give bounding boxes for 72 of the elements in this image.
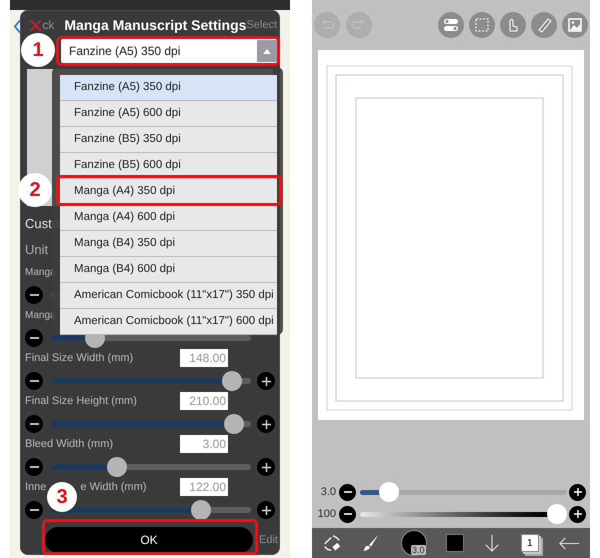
field-label: Bleed Width (mm) (25, 436, 114, 452)
field-label: Inne (25, 480, 46, 495)
plus-icon (262, 506, 270, 514)
image-icon[interactable] (562, 12, 588, 38)
slider-thumb[interactable] (547, 504, 567, 524)
color-swatch[interactable] (446, 534, 464, 552)
plus-button[interactable] (569, 484, 586, 500)
minus-button[interactable] (25, 372, 43, 390)
minus-button[interactable] (25, 415, 43, 433)
minus-button[interactable] (25, 286, 43, 304)
field-label: Manga (25, 266, 56, 280)
minus-icon (30, 423, 38, 425)
slider[interactable] (360, 504, 567, 524)
unit-label: Unit (25, 242, 48, 258)
dialog-title: Manga Manuscript Settings (64, 17, 246, 33)
ok-button[interactable]: OK (45, 527, 253, 553)
ruler-icon[interactable] (531, 12, 557, 38)
field-label: e Width (mm) (80, 480, 146, 495)
plus-button[interactable] (257, 501, 275, 519)
selection-icon[interactable] (469, 12, 495, 38)
slider-thumb[interactable] (224, 414, 244, 434)
plus-icon (262, 376, 270, 386)
dropdown-option[interactable]: Manga (B4) 350 dpi (60, 231, 277, 257)
preset-select[interactable]: Fanzine (A5) 350 dpi (61, 39, 278, 63)
slider[interactable] (51, 371, 251, 391)
slider-thumb[interactable] (222, 371, 242, 391)
back-arrow-icon[interactable] (558, 536, 580, 550)
transform-icon[interactable] (322, 533, 342, 553)
plus-icon (574, 510, 582, 518)
dropdown-option[interactable]: Fanzine (A5) 600 dpi (60, 101, 277, 127)
dropdown-option[interactable]: Fanzine (A5) 350 dpi (60, 75, 277, 101)
slider-thumb[interactable] (378, 482, 399, 502)
minus-button[interactable] (25, 329, 43, 347)
minus-icon (30, 380, 38, 382)
slider[interactable] (51, 414, 251, 434)
slider[interactable] (51, 457, 251, 477)
minus-button[interactable] (25, 458, 43, 476)
minus-button[interactable] (339, 506, 356, 522)
slider-thumb[interactable] (191, 500, 212, 520)
minus-button[interactable] (339, 484, 356, 500)
plus-icon (574, 488, 582, 496)
slider-value: 3.0 (320, 484, 336, 500)
plus-button[interactable] (569, 506, 586, 522)
field-label: Manga (25, 308, 56, 322)
minus-icon (344, 513, 352, 515)
down-arrow-icon[interactable] (483, 533, 502, 553)
minus-icon (30, 337, 38, 339)
section-heading: Custo (25, 216, 59, 232)
field-label: Final Size Height (mm) (25, 394, 137, 409)
minus-button[interactable] (25, 501, 43, 519)
plus-icon (262, 462, 270, 472)
field-label: Final Size Width (mm) (25, 350, 134, 366)
minus-icon (30, 509, 38, 511)
slider-thumb[interactable] (106, 457, 127, 477)
plus-button[interactable] (257, 372, 275, 390)
dropdown-option[interactable]: American Comicbook (11"x17") 350 dpi (60, 283, 277, 309)
minus-icon (30, 294, 38, 296)
dropdown-option[interactable]: Manga (A4) 600 dpi (60, 205, 277, 231)
slider-value: 100 (316, 506, 336, 522)
toggle-icon[interactable] (438, 12, 464, 38)
dropdown-option[interactable]: Fanzine (B5) 350 dpi (60, 127, 277, 153)
plus-button[interactable] (257, 458, 275, 476)
plus-button[interactable] (257, 415, 275, 433)
plus-icon (262, 420, 270, 428)
dropdown-option[interactable]: American Comicbook (11"x17") 600 dpi (60, 309, 277, 335)
minus-icon (344, 491, 352, 493)
back-icon[interactable] (13, 19, 22, 34)
dropdown-option[interactable]: Manga (A4) 350 dpi (60, 179, 277, 205)
slider[interactable] (360, 482, 567, 502)
dropdown-option[interactable]: Manga (B4) 600 dpi (60, 257, 277, 283)
minus-icon (30, 466, 38, 468)
brush-size-button[interactable]: 3.0 (400, 530, 427, 556)
